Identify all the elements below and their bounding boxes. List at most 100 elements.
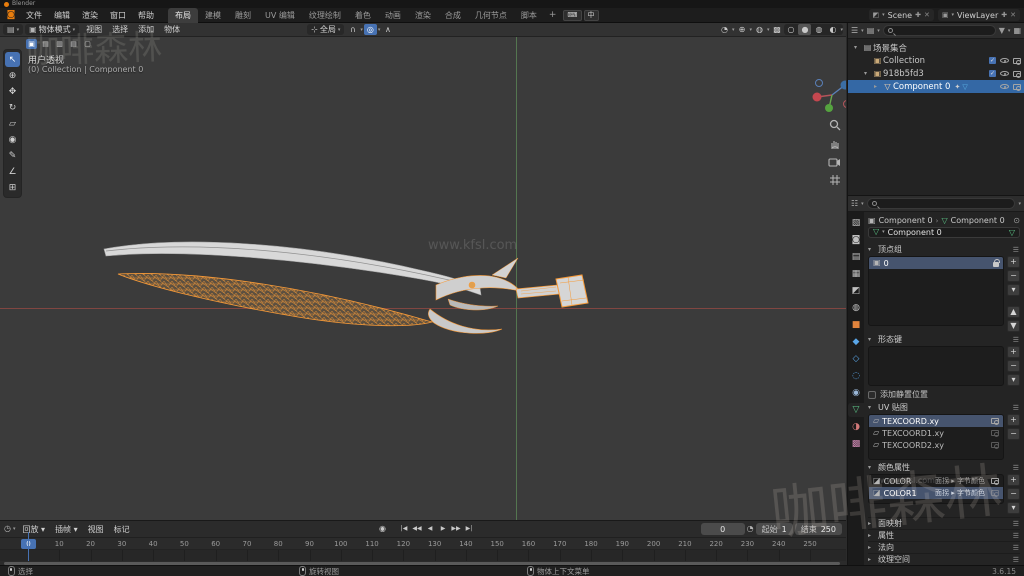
timeline-menu-标记[interactable]: 标记: [109, 525, 135, 534]
properties-tab-render[interactable]: ◙: [848, 233, 864, 247]
workspace-tab-合成[interactable]: 合成: [438, 8, 468, 23]
proportional-dropdown-icon[interactable]: ▾: [378, 27, 381, 33]
menu-窗口[interactable]: 窗口: [104, 10, 132, 21]
previous-keyframe-button[interactable]: ◀◀: [411, 523, 423, 534]
jump-to-end-button[interactable]: ▶|: [463, 523, 475, 534]
outliner-display-mode-icon[interactable]: ▤: [867, 27, 875, 35]
workspace-tab-雕刻[interactable]: 雕刻: [228, 8, 258, 23]
properties-tab-particles[interactable]: ◇: [848, 352, 864, 366]
snap-dropdown-icon[interactable]: ▾: [360, 27, 363, 33]
outliner-options-icon[interactable]: ▦: [1013, 27, 1021, 35]
section-属性[interactable]: ▸属性☰: [868, 529, 1020, 541]
render-camera-icon[interactable]: [991, 478, 999, 484]
camera-toggle-icon[interactable]: [1013, 84, 1021, 90]
timeline-menu-回放[interactable]: 回放 ▾: [18, 525, 51, 534]
shading-rendered-icon[interactable]: ◐: [826, 24, 839, 35]
section-options-icon[interactable]: ☰: [1013, 336, 1020, 344]
properties-tab-physics[interactable]: ◌: [848, 369, 864, 383]
uv-map-item[interactable]: ▱TEXCOORD1.xy: [869, 427, 1003, 439]
auto-keying-record-button[interactable]: ◉: [376, 523, 389, 534]
next-keyframe-button[interactable]: ▶▶: [450, 523, 462, 534]
add-uv-map-button[interactable]: +: [1007, 414, 1020, 426]
properties-tab-modifiers[interactable]: ◆: [848, 335, 864, 349]
eye-toggle-icon[interactable]: [1000, 71, 1009, 76]
workspace-tab-UV 编辑[interactable]: UV 编辑: [258, 8, 302, 23]
clipboard-toggle-icon[interactable]: ▢: [82, 39, 93, 49]
annotate-tool[interactable]: ✎: [5, 148, 20, 163]
expander-icon[interactable]: ▾: [854, 44, 862, 51]
remove-vertex-group-button[interactable]: −: [1007, 270, 1020, 282]
timeline-tracks[interactable]: [0, 550, 846, 561]
outliner-search-input[interactable]: [883, 25, 996, 36]
uv-map-item[interactable]: ▱TEXCOORD.xy: [869, 415, 1003, 427]
browse-mesh-icon[interactable]: ▽: [1009, 228, 1015, 237]
render-camera-icon[interactable]: [991, 490, 999, 496]
transform-orientation-dropdown[interactable]: ⊹ 全局 ▾: [307, 24, 344, 35]
transform-tool[interactable]: ◉: [5, 132, 20, 147]
workspace-tab-脚本[interactable]: 脚本: [514, 8, 544, 23]
ime-indicator[interactable]: 中: [584, 10, 599, 21]
section-options-icon[interactable]: ☰: [1013, 246, 1020, 254]
section-纹理空间[interactable]: ▸纹理空间☰: [868, 553, 1020, 565]
navigation-gizmo[interactable]: [804, 71, 846, 119]
new-scene-icon[interactable]: ✚: [915, 11, 921, 19]
unlink-scene-icon[interactable]: ✕: [924, 11, 930, 19]
color-attribute-item[interactable]: ◪COLOR面拐 ▸ 字节颜色: [869, 475, 1003, 487]
workspace-tab-渲染[interactable]: 渲染: [408, 8, 438, 23]
add-color-attribute-button[interactable]: +: [1007, 474, 1020, 486]
timeline-ruler[interactable]: 0 10203040506070809010011012013014015016…: [0, 538, 846, 550]
properties-tab-world[interactable]: ◍: [848, 301, 864, 315]
proportional-edit-icon[interactable]: ◎: [364, 24, 377, 35]
keyboard-layout-icon[interactable]: ⌨: [563, 10, 581, 21]
viewport-menu-选择[interactable]: 选择: [107, 25, 133, 34]
properties-options-icon[interactable]: ▾: [1018, 201, 1021, 207]
properties-tab-scene[interactable]: ◩: [848, 284, 864, 298]
pan-hand-icon[interactable]: [829, 138, 841, 150]
vertex-group-item[interactable]: ▣0: [869, 257, 1003, 269]
eye-toggle-icon[interactable]: [1000, 58, 1009, 63]
timeline-menu-插帧[interactable]: 插帧 ▾: [50, 525, 83, 534]
expander-icon[interactable]: ▾: [864, 70, 872, 77]
remove-view-layer-icon[interactable]: ✕: [1010, 11, 1016, 19]
breadcrumb-data[interactable]: Component 0: [951, 216, 1005, 225]
cursor-tool[interactable]: ⊕: [5, 68, 20, 83]
properties-tab-constraints[interactable]: ◉: [848, 386, 864, 400]
outliner-row-Collection[interactable]: ▣Collection✓: [848, 54, 1024, 67]
xray-toggle-icon[interactable]: ▩: [770, 24, 783, 35]
frame-start-field[interactable]: 起始1: [756, 523, 793, 535]
color-attribute-specials-button[interactable]: ▾: [1007, 502, 1020, 514]
section-options-icon[interactable]: ☰: [1013, 556, 1020, 564]
camera-view-icon[interactable]: [828, 157, 841, 167]
properties-editor-icon[interactable]: ☷: [851, 200, 858, 208]
view-layer-selector[interactable]: ▣▾ ViewLayer ✚ ✕: [938, 9, 1020, 21]
breadcrumb-object[interactable]: Component 0: [879, 216, 933, 225]
uv-map-item[interactable]: ▱TEXCOORD2.xy: [869, 439, 1003, 451]
render-camera-icon[interactable]: [991, 442, 999, 448]
camera-toggle-icon[interactable]: [1013, 71, 1021, 77]
expander-icon[interactable]: ▸: [874, 83, 882, 90]
color-attribute-item[interactable]: ◪COLOR1面拐 ▸ 字节颜色: [869, 487, 1003, 499]
blender-menu-icon[interactable]: ◙: [4, 10, 18, 21]
viewport-menu-物体[interactable]: 物体: [159, 25, 185, 34]
menu-编辑[interactable]: 编辑: [48, 10, 76, 21]
measure-tool[interactable]: ∠: [5, 164, 20, 179]
section-vertex-groups[interactable]: ▾顶点组 ☰: [868, 244, 1020, 255]
camera-toggle-icon[interactable]: [1013, 58, 1021, 64]
toggle-grid-icon[interactable]: [829, 174, 841, 186]
scene-selector[interactable]: ◩▾ Scene ✚ ✕: [869, 9, 934, 21]
filter-funnel-icon[interactable]: ▼: [999, 27, 1005, 35]
render-camera-icon[interactable]: [991, 430, 999, 436]
move-tool[interactable]: ✥: [5, 84, 20, 99]
zoom-icon[interactable]: [829, 119, 841, 131]
workspace-tab-着色[interactable]: 着色: [348, 8, 378, 23]
viewport-menu-视图[interactable]: 视图: [81, 25, 107, 34]
section-color-attributes[interactable]: ▾颜色属性 ☰: [868, 462, 1020, 473]
workspace-tab-几何节点[interactable]: 几何节点: [468, 8, 514, 23]
tweak-select-tool[interactable]: ↖: [5, 52, 20, 67]
properties-tab-tool[interactable]: ▧: [848, 216, 864, 230]
collection-toggle-icon[interactable]: ▣: [26, 39, 37, 49]
sword-model[interactable]: [0, 23, 846, 520]
section-options-icon[interactable]: ☰: [1013, 544, 1020, 552]
properties-tab-object[interactable]: ■: [848, 318, 864, 332]
section-options-icon[interactable]: ☰: [1013, 404, 1020, 412]
